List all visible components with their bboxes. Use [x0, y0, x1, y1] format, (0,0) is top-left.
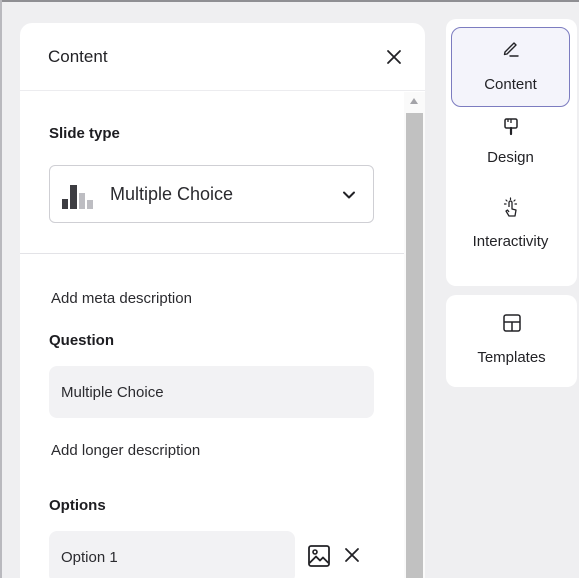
- question-input[interactable]: [49, 366, 374, 418]
- image-icon: [308, 545, 330, 567]
- slide-type-value: Multiple Choice: [110, 184, 234, 204]
- question-label: Question: [49, 332, 115, 349]
- pencil-icon: [503, 42, 519, 57]
- scrollbar[interactable]: [404, 92, 425, 578]
- panel-title: Content: [48, 47, 108, 66]
- option-input[interactable]: [49, 531, 295, 578]
- content-panel: Content Slide type Multiple Choice Add m…: [20, 23, 425, 578]
- section-divider: [20, 253, 404, 254]
- window-top-border: [0, 0, 579, 2]
- bar-chart-icon: [62, 185, 93, 209]
- tab-content-label: Content: [484, 76, 537, 93]
- remove-option-button[interactable]: [344, 547, 364, 567]
- tab-templates[interactable]: Templates: [446, 295, 577, 387]
- paintbrush-icon: [503, 118, 518, 136]
- scrollbar-thumb[interactable]: [406, 113, 423, 578]
- add-meta-description-link[interactable]: Add meta description: [51, 290, 192, 307]
- tab-templates-label: Templates: [477, 349, 546, 366]
- close-icon: [345, 548, 359, 562]
- option-image-button[interactable]: [307, 544, 331, 568]
- close-icon: [387, 50, 401, 64]
- scroll-up-arrow-icon[interactable]: [410, 98, 418, 104]
- tap-icon: [503, 197, 517, 217]
- slide-type-select[interactable]: Multiple Choice: [49, 165, 374, 223]
- options-label: Options: [49, 497, 106, 514]
- tab-content[interactable]: Content: [451, 27, 570, 107]
- panel-header: Content: [20, 23, 425, 91]
- tab-design-label: Design: [487, 149, 534, 166]
- close-button[interactable]: [382, 45, 406, 69]
- add-longer-description-link[interactable]: Add longer description: [51, 442, 200, 459]
- panel-tabs-card: Content Design Interactivity: [446, 19, 577, 286]
- panel-scroll-area: Slide type Multiple Choice Add meta desc…: [20, 92, 425, 578]
- window-left-border: [0, 0, 2, 578]
- layout-grid-icon: [502, 314, 521, 332]
- tab-interactivity[interactable]: Interactivity: [451, 191, 570, 271]
- tab-interactivity-label: Interactivity: [472, 233, 549, 250]
- tab-design[interactable]: Design: [451, 111, 570, 183]
- slide-type-label: Slide type: [49, 125, 120, 142]
- chevron-down-icon: [343, 191, 355, 199]
